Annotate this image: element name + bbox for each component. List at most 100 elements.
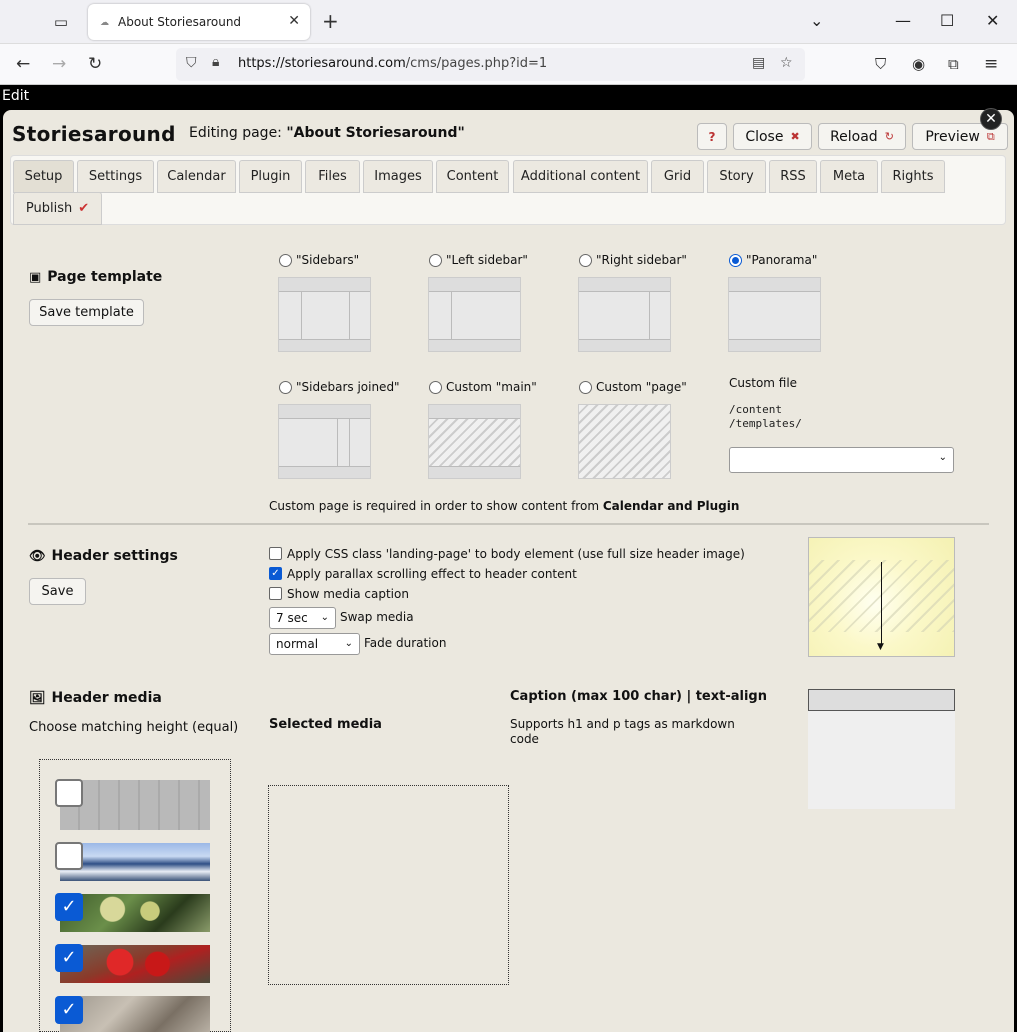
template-preview-custom-main[interactable] — [428, 404, 521, 479]
template-option-left-sidebar[interactable]: "Left sidebar" — [429, 253, 528, 267]
address-bar[interactable]: ⛉ 🔒︎ https://storiesaround.com/cms/pages… — [176, 48, 805, 81]
custom-file-label: Custom file — [729, 376, 798, 390]
tab-story[interactable]: Story — [707, 160, 766, 193]
custom-file-select[interactable]: ⌄ — [729, 447, 954, 473]
tab-publish[interactable]: Publish ✔ — [13, 192, 102, 225]
parallax-label: Apply parallax scrolling effect to heade… — [287, 567, 577, 581]
tab-content[interactable]: Content — [436, 160, 509, 193]
maximize-icon[interactable]: ☐ — [940, 10, 954, 32]
save-template-button[interactable]: Save template — [29, 299, 144, 326]
media-checkbox-3[interactable]: ✓ — [55, 893, 83, 921]
tab-files[interactable]: Files — [305, 160, 360, 193]
new-tab-icon[interactable]: + — [322, 10, 339, 32]
template-option-panorama[interactable]: "Panorama" — [729, 253, 817, 267]
radio-sidebars-joined[interactable] — [279, 380, 292, 394]
header-settings-save-button[interactable]: Save — [29, 578, 86, 605]
header-settings-title: 👁︎ Header settings — [29, 548, 178, 564]
landing-page-checkbox[interactable] — [269, 547, 282, 560]
radio-right-sidebar[interactable] — [579, 253, 592, 267]
section-divider — [28, 523, 989, 525]
close-tab-icon[interactable]: ✕ — [288, 13, 300, 29]
template-option-custom-page[interactable]: Custom "page" — [579, 380, 687, 394]
template-option-right-sidebar[interactable]: "Right sidebar" — [579, 253, 687, 267]
selected-media-label: Selected media — [269, 717, 382, 732]
overlay-close-icon[interactable]: ✕ — [980, 108, 1002, 130]
forward-icon[interactable]: → — [52, 53, 66, 75]
swap-media-label: Swap media — [340, 610, 414, 624]
header-media-title: 🖼︎ Header media — [29, 690, 162, 706]
template-icon: ▣ — [29, 270, 42, 285]
account-icon[interactable]: ◉ — [912, 53, 925, 75]
template-preview-left-sidebar[interactable] — [428, 277, 521, 352]
fade-duration-select[interactable]: normal ⌄ — [269, 633, 360, 655]
shield-icon[interactable]: ⛉ — [186, 55, 197, 71]
tab-rss[interactable]: RSS — [769, 160, 817, 193]
editing-page-title: Editing page: "About Storiesaround" — [189, 125, 465, 141]
radio-custom-page[interactable] — [579, 380, 592, 394]
custom-path-line-1: /content — [729, 403, 782, 416]
help-button[interactable]: ? — [697, 123, 727, 150]
media-checkbox-1[interactable] — [55, 779, 83, 807]
tab-setup[interactable]: Setup — [13, 160, 74, 193]
tab-images[interactable]: Images — [363, 160, 433, 193]
media-caption-checkbox[interactable] — [269, 587, 282, 600]
menu-icon[interactable]: ≡ — [984, 53, 998, 75]
lock-icon[interactable]: 🔒︎ — [212, 54, 219, 70]
reload-icon[interactable]: ↻ — [88, 53, 102, 75]
page-template-title: ▣ Page template — [29, 269, 163, 285]
swap-media-select[interactable]: 7 sec ⌄ — [269, 607, 336, 629]
parallax-checkbox[interactable]: ✓ — [269, 567, 282, 580]
refresh-icon: ↻ — [884, 130, 894, 143]
radio-panorama[interactable] — [729, 253, 742, 267]
close-x-icon: ✖ — [790, 130, 800, 143]
custom-page-note: Custom page is required in order to show… — [269, 499, 740, 513]
selected-media-dropzone[interactable] — [268, 785, 509, 985]
radio-custom-main[interactable] — [429, 380, 442, 394]
arrowhead-icon: ▼ — [877, 642, 884, 652]
back-icon[interactable]: ← — [16, 53, 30, 75]
parallax-preview-image: ▼ — [808, 537, 955, 657]
extensions-icon[interactable]: ⧉ — [948, 53, 959, 75]
pocket-icon[interactable]: ⛉ — [875, 53, 886, 75]
window-close-icon[interactable]: ✕ — [986, 10, 999, 32]
template-preview-custom-page[interactable] — [578, 404, 671, 479]
tab-additional-content[interactable]: Additional content — [513, 160, 648, 193]
template-option-sidebars-joined[interactable]: "Sidebars joined" — [279, 380, 400, 394]
reader-view-icon[interactable]: ▤ — [752, 55, 765, 71]
landing-page-label: Apply CSS class 'landing-page' to body e… — [287, 547, 745, 561]
minimize-icon[interactable]: — — [895, 10, 911, 32]
tab-list-icon[interactable]: ▭ — [48, 10, 74, 34]
chevron-down-icon: ⌄ — [320, 612, 329, 623]
edit-label: Edit — [2, 88, 30, 104]
reload-button[interactable]: Reload ↻ — [818, 123, 906, 150]
favicon-icon: ☁ — [100, 18, 109, 28]
arrow-down-icon — [881, 562, 882, 646]
image-icon: 🖼︎ — [29, 691, 46, 706]
caption-title: Caption (max 100 char) | text-align — [510, 689, 767, 704]
template-preview-panorama[interactable] — [728, 277, 821, 352]
url-text[interactable]: https://storiesaround.com/cms/pages.php?… — [238, 56, 547, 71]
template-preview-right-sidebar[interactable] — [578, 277, 671, 352]
media-checkbox-2[interactable] — [55, 842, 83, 870]
template-preview-sidebars-joined[interactable] — [278, 404, 371, 479]
media-checkbox-4[interactable]: ✓ — [55, 944, 83, 972]
tab-calendar[interactable]: Calendar — [157, 160, 236, 193]
tab-grid[interactable]: Grid — [651, 160, 704, 193]
template-option-sidebars[interactable]: "Sidebars" — [279, 253, 359, 267]
tab-settings[interactable]: Settings — [77, 160, 154, 193]
tab-meta[interactable]: Meta — [820, 160, 878, 193]
tab-rights[interactable]: Rights — [881, 160, 945, 193]
browser-tab[interactable]: ☁ About Storiesaround ✕ — [88, 4, 310, 40]
radio-sidebars[interactable] — [279, 253, 292, 267]
template-preview-sidebars[interactable] — [278, 277, 371, 352]
close-button[interactable]: Close ✖ — [733, 123, 812, 150]
template-option-custom-main[interactable]: Custom "main" — [429, 380, 537, 394]
tab-overflow-chevron-icon[interactable]: ⌄ — [810, 10, 823, 32]
cms-logo: Storiesaround — [12, 122, 176, 146]
tab-plugin[interactable]: Plugin — [239, 160, 302, 193]
radio-left-sidebar[interactable] — [429, 253, 442, 267]
media-checkbox-5[interactable]: ✓ — [55, 996, 83, 1024]
chevron-down-icon: ⌄ — [938, 452, 947, 463]
caption-input[interactable] — [808, 689, 955, 711]
bookmark-star-icon[interactable]: ☆ — [780, 55, 793, 71]
